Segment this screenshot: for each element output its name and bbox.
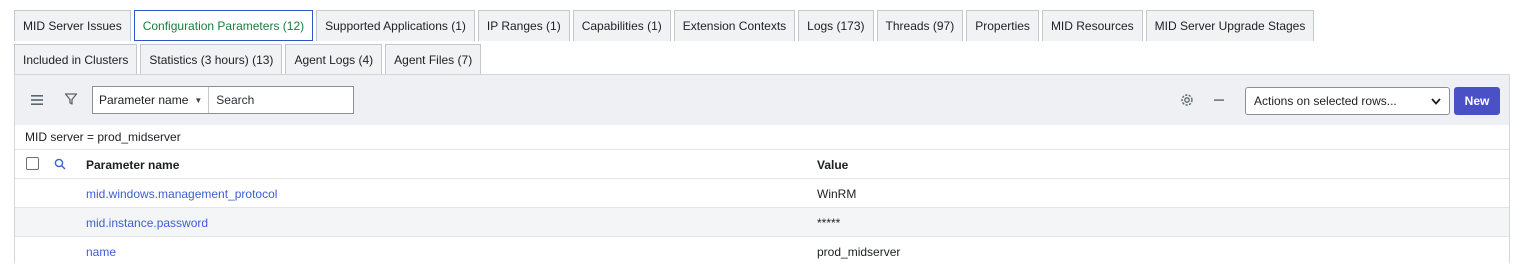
tab-configuration-parameters[interactable]: Configuration Parameters (12)	[133, 10, 314, 41]
related-list-tabs-row-1: MID Server Issues Configuration Paramete…	[14, 10, 1315, 41]
tab-included-in-clusters[interactable]: Included in Clusters	[14, 44, 138, 75]
tab-statistics[interactable]: Statistics (3 hours) (13)	[140, 44, 283, 75]
column-header-parameter-name[interactable]: Parameter name	[86, 158, 179, 172]
table-header-row: Parameter name Value	[15, 149, 1509, 178]
search-input[interactable]	[209, 87, 379, 113]
chevron-down-icon	[1431, 94, 1441, 108]
chevron-down-icon: ▼	[194, 95, 203, 105]
tab-properties[interactable]: Properties	[966, 10, 1039, 41]
filter-breadcrumb[interactable]: MID server = prod_midserver	[25, 130, 181, 144]
parameter-value: prod_midserver	[817, 245, 901, 259]
table-row: mid.instance.password *****	[15, 207, 1509, 236]
table-row: name prod_midserver	[15, 236, 1509, 265]
search-field-select[interactable]: Parameter name ▼	[93, 87, 210, 113]
list-toolbar: Parameter name ▼ Actions on selected row…	[15, 75, 1509, 125]
tab-capabilities[interactable]: Capabilities (1)	[572, 10, 671, 41]
tab-logs[interactable]: Logs (173)	[798, 10, 874, 41]
parameter-name-link[interactable]: mid.windows.management_protocol	[86, 187, 277, 201]
tab-extension-contexts[interactable]: Extension Contexts	[673, 10, 796, 41]
actions-on-selected-rows-select[interactable]: Actions on selected rows...	[1245, 87, 1450, 115]
tab-mid-server-issues[interactable]: MID Server Issues	[14, 10, 131, 41]
list-search-group: Parameter name ▼	[92, 86, 379, 114]
tab-mid-server-upgrade-stages[interactable]: MID Server Upgrade Stages	[1145, 10, 1315, 41]
search-field-label: Parameter name	[99, 93, 189, 107]
tab-supported-applications[interactable]: Supported Applications (1)	[316, 10, 475, 41]
filter-icon[interactable]	[63, 91, 79, 107]
parameters-table: Parameter name Value mid.windows.managem…	[15, 149, 1509, 265]
tab-threads[interactable]: Threads (97)	[876, 10, 964, 41]
parameter-value: WinRM	[817, 187, 857, 201]
related-list-panel: Parameter name ▼ Actions on selected row…	[14, 74, 1510, 263]
parameter-name-link[interactable]: mid.instance.password	[86, 216, 208, 230]
actions-select-label: Actions on selected rows...	[1254, 94, 1397, 108]
table-row: mid.windows.management_protocol WinRM	[15, 178, 1509, 207]
hamburger-menu-icon[interactable]	[29, 92, 45, 108]
select-all-checkbox[interactable]	[26, 157, 39, 170]
tab-agent-files[interactable]: Agent Files (7)	[385, 44, 482, 75]
parameter-name-link[interactable]: name	[86, 245, 116, 259]
tab-ip-ranges[interactable]: IP Ranges (1)	[477, 10, 570, 41]
new-button[interactable]: New	[1454, 87, 1500, 115]
column-header-value[interactable]: Value	[817, 158, 848, 172]
parameter-value: *****	[817, 216, 841, 230]
collapse-icon[interactable]	[1211, 92, 1227, 108]
search-icon[interactable]	[53, 157, 67, 171]
tab-agent-logs[interactable]: Agent Logs (4)	[285, 44, 383, 75]
gear-icon[interactable]	[1179, 92, 1195, 108]
tab-mid-resources[interactable]: MID Resources	[1041, 10, 1143, 41]
related-list-tabs-row-2: Included in Clusters Statistics (3 hours…	[14, 44, 482, 75]
